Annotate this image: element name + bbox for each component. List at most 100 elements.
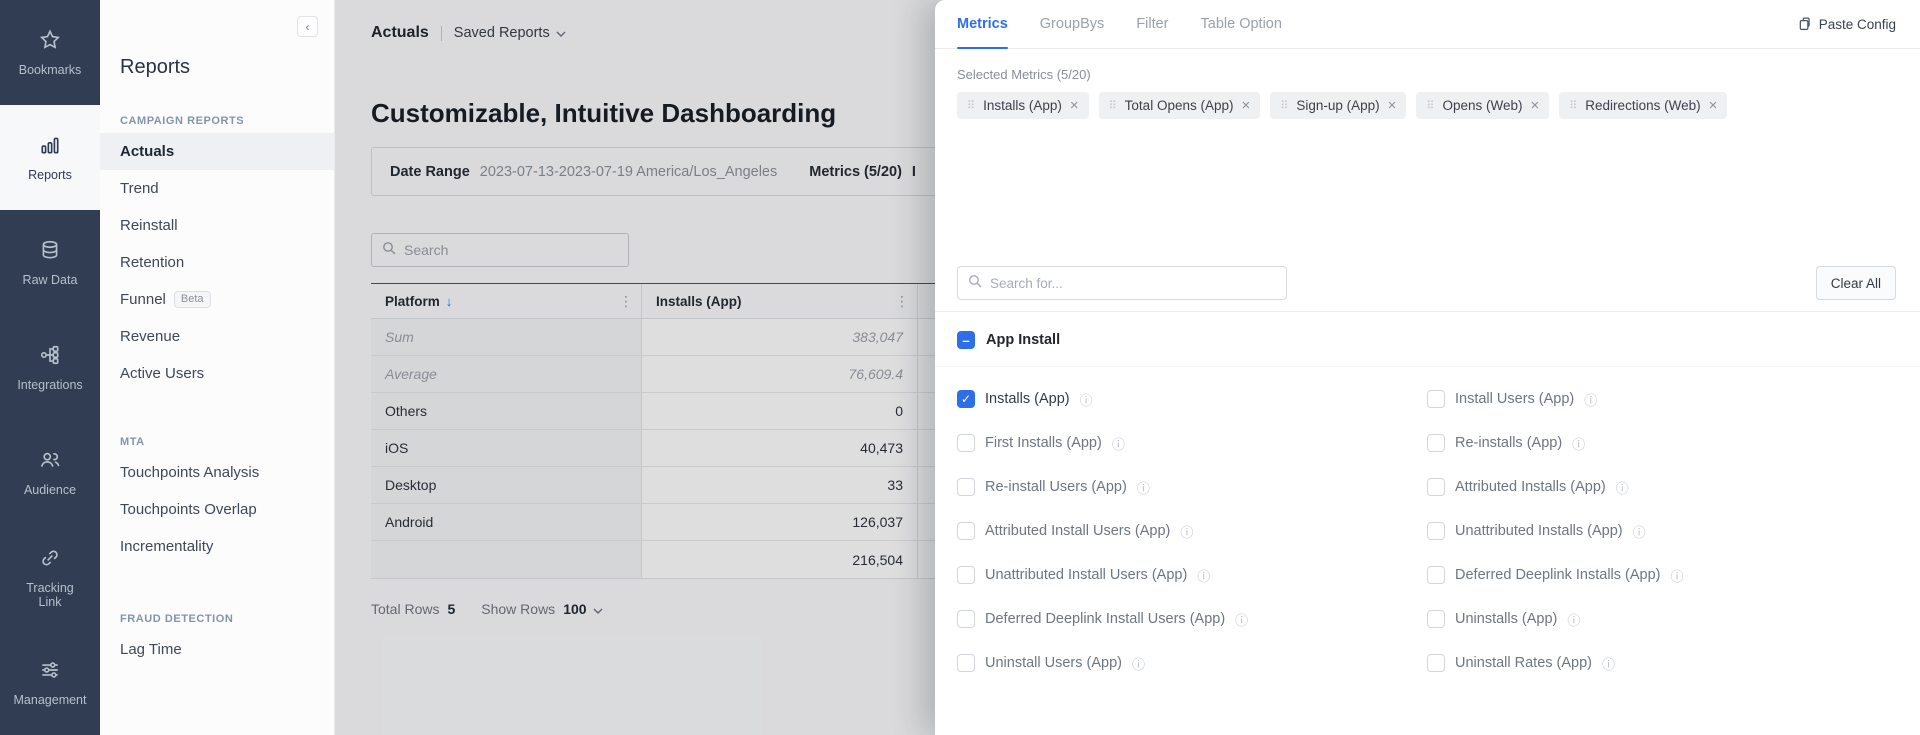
checkbox-icon[interactable]: [1427, 566, 1445, 584]
sidebar-item-retention[interactable]: Retention: [100, 244, 334, 281]
metric-label: Uninstalls (App): [1455, 611, 1557, 627]
sidebar-item-label: Retention: [120, 254, 184, 271]
section-heading-mta: MTA: [120, 436, 334, 448]
info-icon: ⓘ: [1197, 566, 1210, 585]
info-icon: ⓘ: [1235, 610, 1248, 629]
nav-item-integrations[interactable]: Integrations: [0, 315, 100, 420]
primary-nav-rail: Bookmarks Reports Raw Data Integrations …: [0, 0, 100, 735]
close-icon[interactable]: ×: [1388, 98, 1397, 113]
metric-label: Uninstall Rates (App): [1455, 655, 1592, 671]
indeterminate-checkbox-icon[interactable]: –: [957, 331, 975, 349]
info-icon: ⓘ: [1132, 654, 1145, 673]
checkbox-icon[interactable]: [1427, 610, 1445, 628]
info-icon: ⓘ: [1616, 478, 1629, 497]
metric-search-input[interactable]: [990, 276, 1276, 291]
checkbox-icon[interactable]: [957, 522, 975, 540]
sidebar-item-actuals[interactable]: Actuals: [100, 133, 334, 170]
drag-handle-icon[interactable]: ⠿: [1109, 99, 1117, 112]
checkbox-icon[interactable]: [957, 610, 975, 628]
metric-checkbox-uninstall-users-app[interactable]: Uninstall Users (App) ⓘ: [957, 641, 1427, 685]
metric-chip[interactable]: ⠿ Opens (Web) ×: [1416, 92, 1549, 119]
sidebar-item-touchpoints-overlap[interactable]: Touchpoints Overlap: [100, 491, 334, 528]
tab-groupbys[interactable]: GroupBys: [1040, 0, 1104, 48]
sidebar-item-label: Touchpoints Overlap: [120, 501, 257, 518]
metric-checkbox-grid: ✓ Installs (App) ⓘ Install Users (App) ⓘ…: [957, 377, 1890, 685]
close-icon[interactable]: ×: [1530, 98, 1539, 113]
tab-label: Metrics: [957, 16, 1008, 32]
nav-item-bookmarks[interactable]: Bookmarks: [0, 0, 100, 105]
sidebar-item-active-users[interactable]: Active Users: [100, 355, 334, 392]
metric-checkbox-uninstalls-app[interactable]: Uninstalls (App) ⓘ: [1427, 597, 1890, 641]
nav-item-audience[interactable]: Audience: [0, 420, 100, 525]
metric-checkbox-install-users-app[interactable]: Install Users (App) ⓘ: [1427, 377, 1890, 421]
drag-handle-icon[interactable]: ⠿: [1569, 99, 1577, 112]
sidebar-item-reinstall[interactable]: Reinstall: [100, 207, 334, 244]
metric-checkbox-re-installs-app[interactable]: Re-installs (App) ⓘ: [1427, 421, 1890, 465]
metric-label: Uninstall Users (App): [985, 655, 1122, 671]
metric-checkbox-re-install-users-app[interactable]: Re-install Users (App) ⓘ: [957, 465, 1427, 509]
sidebar-item-revenue[interactable]: Revenue: [100, 318, 334, 355]
chip-label: Sign-up (App): [1296, 98, 1379, 113]
metric-checkbox-attributed-install-users-app[interactable]: Attributed Install Users (App) ⓘ: [957, 509, 1427, 553]
checkbox-icon[interactable]: [1427, 390, 1445, 408]
paste-config-button[interactable]: Paste Config: [1797, 0, 1896, 49]
checkbox-icon[interactable]: [957, 566, 975, 584]
checkbox-icon[interactable]: [957, 478, 975, 496]
tab-filter[interactable]: Filter: [1136, 0, 1168, 48]
checkbox-icon[interactable]: [1427, 654, 1445, 672]
nav-item-reports[interactable]: Reports: [0, 105, 100, 210]
metric-chip[interactable]: ⠿ Sign-up (App) ×: [1270, 92, 1406, 119]
drag-handle-icon[interactable]: ⠿: [1280, 99, 1288, 112]
close-icon[interactable]: ×: [1709, 98, 1718, 113]
sidebar-collapse-button[interactable]: ‹: [297, 16, 318, 37]
metric-checkbox-unattributed-install-users-app[interactable]: Unattributed Install Users (App) ⓘ: [957, 553, 1427, 597]
sidebar-item-trend[interactable]: Trend: [100, 170, 334, 207]
nav-item-management[interactable]: Management: [0, 630, 100, 735]
metric-chip[interactable]: ⠿ Total Opens (App) ×: [1099, 92, 1261, 119]
divider: [935, 366, 1920, 367]
metric-checkbox-deferred-deeplink-install-users-app[interactable]: Deferred Deeplink Install Users (App) ⓘ: [957, 597, 1427, 641]
sidebar-item-lag-time[interactable]: Lag Time: [100, 631, 334, 668]
metric-checkbox-attributed-installs-app[interactable]: Attributed Installs (App) ⓘ: [1427, 465, 1890, 509]
checkbox-icon[interactable]: [1427, 434, 1445, 452]
checkbox-icon[interactable]: [1427, 522, 1445, 540]
nav-label: Reports: [28, 168, 72, 182]
metric-checkbox-unattributed-installs-app[interactable]: Unattributed Installs (App) ⓘ: [1427, 509, 1890, 553]
tab-label: Filter: [1136, 16, 1168, 32]
reports-sidebar: ‹ Reports CAMPAIGN REPORTS Actuals Trend…: [100, 0, 335, 735]
bar-chart-icon: [39, 134, 61, 161]
metric-checkbox-first-installs-app[interactable]: First Installs (App) ⓘ: [957, 421, 1427, 465]
checked-checkbox-icon[interactable]: ✓: [957, 390, 975, 408]
nav-item-raw-data[interactable]: Raw Data: [0, 210, 100, 315]
checkbox-icon[interactable]: [957, 434, 975, 452]
sidebar-item-label: Actuals: [120, 143, 174, 160]
section-heading-fraud-detection: FRAUD DETECTION: [120, 613, 334, 625]
metric-checkbox-installs-app[interactable]: ✓ Installs (App) ⓘ: [957, 377, 1427, 421]
sidebar-item-touchpoints-analysis[interactable]: Touchpoints Analysis: [100, 454, 334, 491]
sidebar-item-incrementality[interactable]: Incrementality: [100, 528, 334, 565]
metric-chip[interactable]: ⠿ Installs (App) ×: [957, 92, 1089, 119]
clipboard-icon: [1797, 16, 1812, 34]
metric-chip[interactable]: ⠿ Redirections (Web) ×: [1559, 92, 1727, 119]
checkbox-icon[interactable]: [1427, 478, 1445, 496]
clear-all-button[interactable]: Clear All: [1816, 266, 1896, 300]
tab-table-option[interactable]: Table Option: [1201, 0, 1282, 48]
close-icon[interactable]: ×: [1070, 98, 1079, 113]
metric-search-box[interactable]: [957, 266, 1287, 300]
metric-checkbox-uninstall-rates-app[interactable]: Uninstall Rates (App) ⓘ: [1427, 641, 1890, 685]
info-icon: ⓘ: [1572, 434, 1585, 453]
drag-handle-icon[interactable]: ⠿: [967, 99, 975, 112]
metric-group-app-install[interactable]: – App Install: [957, 331, 1060, 349]
checkbox-icon[interactable]: [957, 654, 975, 672]
sidebar-item-label: Lag Time: [120, 641, 182, 658]
nav-item-tracking-link[interactable]: Tracking Link: [0, 525, 100, 630]
sidebar-title: Reports: [120, 56, 334, 79]
sidebar-item-funnel[interactable]: Funnel Beta: [100, 281, 334, 318]
metric-checkbox-deferred-deeplink-installs-app[interactable]: Deferred Deeplink Installs (App) ⓘ: [1427, 553, 1890, 597]
tab-metrics[interactable]: Metrics: [957, 0, 1008, 48]
info-icon: ⓘ: [1633, 522, 1646, 541]
drag-handle-icon[interactable]: ⠿: [1426, 99, 1434, 112]
link-icon: [39, 547, 61, 574]
close-icon[interactable]: ×: [1241, 98, 1250, 113]
search-icon: [968, 274, 982, 293]
